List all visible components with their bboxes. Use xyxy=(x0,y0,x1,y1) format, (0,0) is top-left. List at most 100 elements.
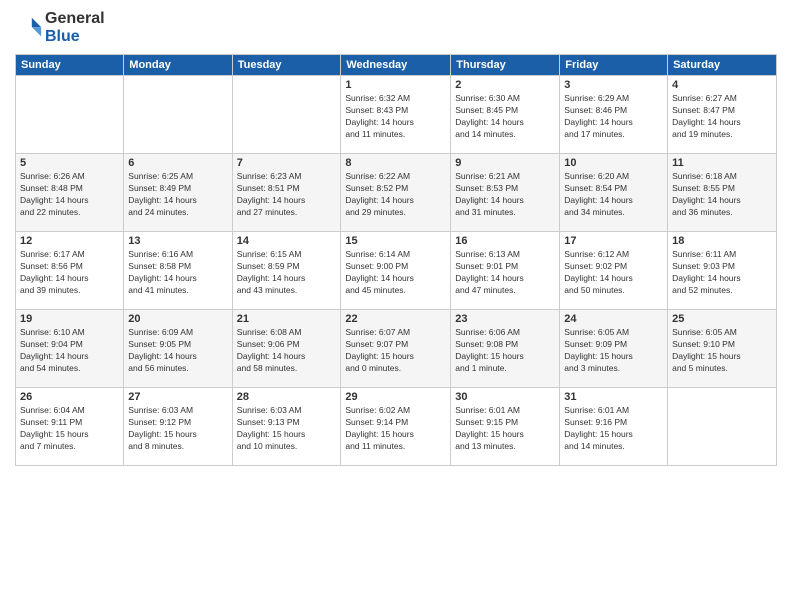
day-info: Sunrise: 6:09 AM Sunset: 9:05 PM Dayligh… xyxy=(128,327,227,375)
day-info: Sunrise: 6:03 AM Sunset: 9:12 PM Dayligh… xyxy=(128,405,227,453)
calendar-cell xyxy=(124,76,232,154)
day-number: 2 xyxy=(455,79,555,91)
calendar-cell: 2 Sunrise: 6:30 AM Sunset: 8:45 PM Daylig… xyxy=(451,76,560,154)
day-number: 28 xyxy=(237,391,337,403)
calendar-cell: 13 Sunrise: 6:16 AM Sunset: 8:58 PM Dayli… xyxy=(124,232,232,310)
calendar-cell xyxy=(16,76,124,154)
calendar-cell xyxy=(232,76,341,154)
weekday-header-thursday: Thursday xyxy=(451,55,560,76)
day-number: 8 xyxy=(345,157,446,169)
day-info: Sunrise: 6:13 AM Sunset: 9:01 PM Dayligh… xyxy=(455,249,555,297)
calendar-cell xyxy=(668,388,777,466)
day-number: 19 xyxy=(20,313,119,325)
day-number: 11 xyxy=(672,157,772,169)
day-number: 21 xyxy=(237,313,337,325)
calendar-cell: 19 Sunrise: 6:10 AM Sunset: 9:04 PM Dayli… xyxy=(16,310,124,388)
calendar-cell: 24 Sunrise: 6:05 AM Sunset: 9:09 PM Dayli… xyxy=(560,310,668,388)
day-info: Sunrise: 6:01 AM Sunset: 9:15 PM Dayligh… xyxy=(455,405,555,453)
calendar: SundayMondayTuesdayWednesdayThursdayFrid… xyxy=(15,54,777,466)
day-info: Sunrise: 6:04 AM Sunset: 9:11 PM Dayligh… xyxy=(20,405,119,453)
day-number: 30 xyxy=(455,391,555,403)
day-number: 13 xyxy=(128,235,227,247)
day-number: 7 xyxy=(237,157,337,169)
weekday-header-sunday: Sunday xyxy=(16,55,124,76)
calendar-cell: 21 Sunrise: 6:08 AM Sunset: 9:06 PM Dayli… xyxy=(232,310,341,388)
day-info: Sunrise: 6:27 AM Sunset: 8:47 PM Dayligh… xyxy=(672,93,772,141)
calendar-cell: 12 Sunrise: 6:17 AM Sunset: 8:56 PM Dayli… xyxy=(16,232,124,310)
calendar-cell: 11 Sunrise: 6:18 AM Sunset: 8:55 PM Dayli… xyxy=(668,154,777,232)
day-info: Sunrise: 6:29 AM Sunset: 8:46 PM Dayligh… xyxy=(564,93,663,141)
week-row-5: 26 Sunrise: 6:04 AM Sunset: 9:11 PM Dayli… xyxy=(16,388,777,466)
day-info: Sunrise: 6:02 AM Sunset: 9:14 PM Dayligh… xyxy=(345,405,446,453)
day-number: 4 xyxy=(672,79,772,91)
calendar-cell: 25 Sunrise: 6:05 AM Sunset: 9:10 PM Dayli… xyxy=(668,310,777,388)
weekday-header-tuesday: Tuesday xyxy=(232,55,341,76)
header: General Blue xyxy=(15,10,777,46)
week-row-4: 19 Sunrise: 6:10 AM Sunset: 9:04 PM Dayli… xyxy=(16,310,777,388)
day-info: Sunrise: 6:16 AM Sunset: 8:58 PM Dayligh… xyxy=(128,249,227,297)
day-info: Sunrise: 6:26 AM Sunset: 8:48 PM Dayligh… xyxy=(20,171,119,219)
day-number: 25 xyxy=(672,313,772,325)
day-number: 22 xyxy=(345,313,446,325)
week-row-2: 5Sunrise: 6:26 AM Sunset: 8:48 PM Daylig… xyxy=(16,154,777,232)
page: General Blue SundayMondayTuesdayWednesda… xyxy=(0,0,792,612)
calendar-cell: 3 Sunrise: 6:29 AM Sunset: 8:46 PM Daylig… xyxy=(560,76,668,154)
calendar-cell: 15 Sunrise: 6:14 AM Sunset: 9:00 PM Dayli… xyxy=(341,232,451,310)
weekday-header-wednesday: Wednesday xyxy=(341,55,451,76)
day-number: 17 xyxy=(564,235,663,247)
day-number: 9 xyxy=(455,157,555,169)
weekday-header-friday: Friday xyxy=(560,55,668,76)
day-info: Sunrise: 6:20 AM Sunset: 8:54 PM Dayligh… xyxy=(564,171,663,219)
day-info: Sunrise: 6:05 AM Sunset: 9:09 PM Dayligh… xyxy=(564,327,663,375)
day-info: Sunrise: 6:17 AM Sunset: 8:56 PM Dayligh… xyxy=(20,249,119,297)
day-number: 24 xyxy=(564,313,663,325)
day-info: Sunrise: 6:10 AM Sunset: 9:04 PM Dayligh… xyxy=(20,327,119,375)
calendar-cell: 26 Sunrise: 6:04 AM Sunset: 9:11 PM Dayli… xyxy=(16,388,124,466)
day-info: Sunrise: 6:25 AM Sunset: 8:49 PM Dayligh… xyxy=(128,171,227,219)
day-number: 15 xyxy=(345,235,446,247)
day-number: 1 xyxy=(345,79,446,91)
logo-icon xyxy=(15,14,43,42)
calendar-cell: 31 Sunrise: 6:01 AM Sunset: 9:16 PM Dayli… xyxy=(560,388,668,466)
day-info: Sunrise: 6:22 AM Sunset: 8:52 PM Dayligh… xyxy=(345,171,446,219)
day-info: Sunrise: 6:11 AM Sunset: 9:03 PM Dayligh… xyxy=(672,249,772,297)
day-number: 3 xyxy=(564,79,663,91)
day-number: 20 xyxy=(128,313,227,325)
day-info: Sunrise: 6:15 AM Sunset: 8:59 PM Dayligh… xyxy=(237,249,337,297)
day-number: 31 xyxy=(564,391,663,403)
logo-text: General Blue xyxy=(45,10,105,46)
day-info: Sunrise: 6:03 AM Sunset: 9:13 PM Dayligh… xyxy=(237,405,337,453)
day-number: 14 xyxy=(237,235,337,247)
calendar-cell: 28 Sunrise: 6:03 AM Sunset: 9:13 PM Dayli… xyxy=(232,388,341,466)
calendar-cell: 1 Sunrise: 6:32 AM Sunset: 8:43 PM Daylig… xyxy=(341,76,451,154)
day-info: Sunrise: 6:05 AM Sunset: 9:10 PM Dayligh… xyxy=(672,327,772,375)
day-info: Sunrise: 6:32 AM Sunset: 8:43 PM Dayligh… xyxy=(345,93,446,141)
weekday-header-monday: Monday xyxy=(124,55,232,76)
calendar-cell: 5Sunrise: 6:26 AM Sunset: 8:48 PM Daylig… xyxy=(16,154,124,232)
day-number: 29 xyxy=(345,391,446,403)
weekday-header-saturday: Saturday xyxy=(668,55,777,76)
day-number: 18 xyxy=(672,235,772,247)
calendar-cell: 7 Sunrise: 6:23 AM Sunset: 8:51 PM Daylig… xyxy=(232,154,341,232)
calendar-cell: 9 Sunrise: 6:21 AM Sunset: 8:53 PM Daylig… xyxy=(451,154,560,232)
logo: General Blue xyxy=(15,10,105,46)
day-info: Sunrise: 6:06 AM Sunset: 9:08 PM Dayligh… xyxy=(455,327,555,375)
week-row-1: 1 Sunrise: 6:32 AM Sunset: 8:43 PM Daylig… xyxy=(16,76,777,154)
weekday-header-row: SundayMondayTuesdayWednesdayThursdayFrid… xyxy=(16,55,777,76)
calendar-cell: 23 Sunrise: 6:06 AM Sunset: 9:08 PM Dayli… xyxy=(451,310,560,388)
calendar-cell: 14 Sunrise: 6:15 AM Sunset: 8:59 PM Dayli… xyxy=(232,232,341,310)
day-info: Sunrise: 6:14 AM Sunset: 9:00 PM Dayligh… xyxy=(345,249,446,297)
day-number: 12 xyxy=(20,235,119,247)
day-info: Sunrise: 6:30 AM Sunset: 8:45 PM Dayligh… xyxy=(455,93,555,141)
day-info: Sunrise: 6:23 AM Sunset: 8:51 PM Dayligh… xyxy=(237,171,337,219)
day-number: 23 xyxy=(455,313,555,325)
calendar-cell: 20 Sunrise: 6:09 AM Sunset: 9:05 PM Dayli… xyxy=(124,310,232,388)
calendar-cell: 22Sunrise: 6:07 AM Sunset: 9:07 PM Dayli… xyxy=(341,310,451,388)
calendar-cell: 4 Sunrise: 6:27 AM Sunset: 8:47 PM Daylig… xyxy=(668,76,777,154)
day-info: Sunrise: 6:01 AM Sunset: 9:16 PM Dayligh… xyxy=(564,405,663,453)
day-number: 26 xyxy=(20,391,119,403)
calendar-cell: 18 Sunrise: 6:11 AM Sunset: 9:03 PM Dayli… xyxy=(668,232,777,310)
day-info: Sunrise: 6:21 AM Sunset: 8:53 PM Dayligh… xyxy=(455,171,555,219)
day-info: Sunrise: 6:18 AM Sunset: 8:55 PM Dayligh… xyxy=(672,171,772,219)
day-info: Sunrise: 6:08 AM Sunset: 9:06 PM Dayligh… xyxy=(237,327,337,375)
